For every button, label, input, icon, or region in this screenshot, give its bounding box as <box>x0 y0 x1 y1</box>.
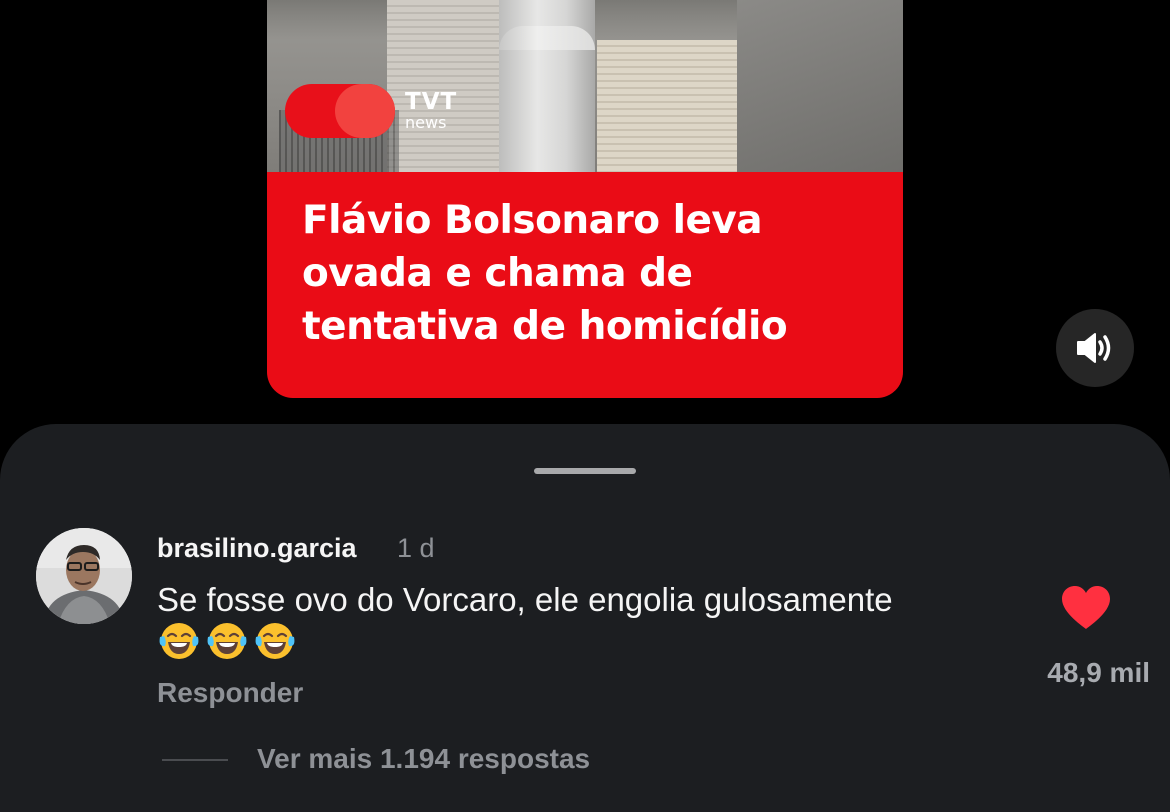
logo-mark <box>285 84 395 138</box>
comment-timestamp: 1 d <box>397 533 435 563</box>
like-button[interactable] <box>1060 585 1112 636</box>
view-more-replies-button[interactable]: Ver mais 1.194 respostas <box>257 742 590 776</box>
avatar[interactable] <box>36 528 132 624</box>
logo-line2: news <box>405 113 447 132</box>
avatar-photo <box>36 528 132 624</box>
sound-toggle-button[interactable] <box>1056 309 1134 387</box>
reply-button[interactable]: Responder <box>157 676 303 710</box>
like-count: 48,9 mil <box>1047 657 1150 688</box>
sheet-drag-handle[interactable] <box>534 468 636 474</box>
comment-text: Se fosse ovo do Vorcaro, ele engolia gul… <box>157 581 893 618</box>
heart-filled-icon <box>1062 586 1110 629</box>
video-headline: Flávio Bolsonaro leva ovada e chama de t… <box>302 198 788 349</box>
comments-sheet: brasilino.garcia 1 d Se fosse ovo do Vor… <box>0 424 1170 812</box>
video-player[interactable]: TVT news Flávio Bolsonaro leva ovada e c… <box>267 0 903 398</box>
laughing-tears-emoji-icon <box>207 623 247 659</box>
laughing-tears-emoji-icon <box>159 623 199 659</box>
headline-banner: Flávio Bolsonaro leva ovada e chama de t… <box>267 172 903 398</box>
laughing-tears-emoji-icon <box>255 623 295 659</box>
comment-emojis <box>157 619 297 663</box>
replies-divider-line <box>162 759 228 761</box>
tvt-news-logo: TVT news <box>285 84 457 138</box>
screen: TVT news Flávio Bolsonaro leva ovada e c… <box>0 0 1170 812</box>
speaker-on-icon <box>1077 333 1111 363</box>
logo-line1: TVT <box>405 89 458 115</box>
comment-username[interactable]: brasilino.garcia <box>157 532 357 564</box>
video-frame: TVT news <box>267 0 903 172</box>
